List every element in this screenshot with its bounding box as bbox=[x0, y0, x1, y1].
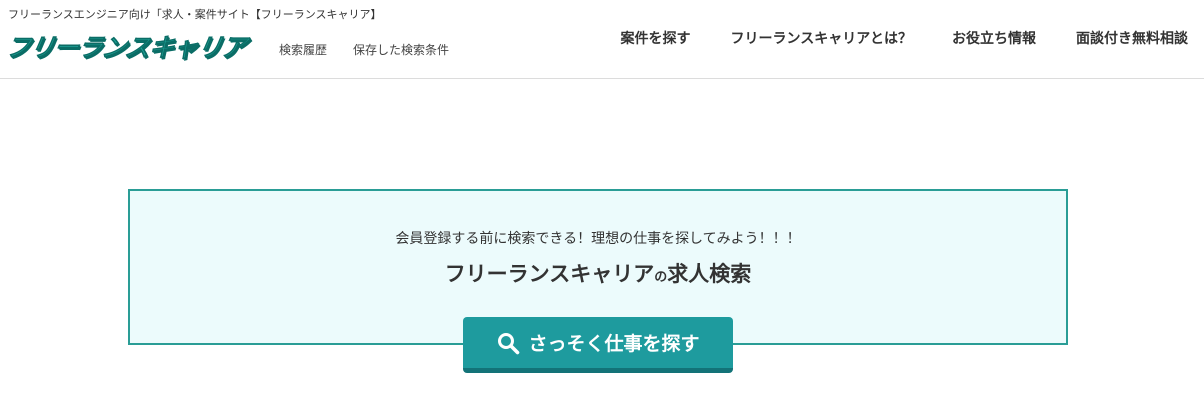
nav-free-consultation[interactable]: 面談付き無料相談 bbox=[1076, 28, 1188, 48]
search-heading-tail: 求人検索 bbox=[667, 262, 752, 286]
nav-useful-info[interactable]: お役立ち情報 bbox=[952, 28, 1036, 48]
search-heading-particle: の bbox=[654, 270, 668, 285]
search-lead-text: 会員登録する前に検索できる！理想の仕事を探してみよう！！！ bbox=[395, 231, 801, 247]
search-heading-brand: フリーランスキャリア bbox=[444, 262, 655, 286]
site-tagline: フリーランスエンジニア向け「求人・案件サイト【フリーランスキャリア】 bbox=[8, 8, 382, 21]
header-sublinks: 検索履歴 保存した検索条件 bbox=[279, 41, 449, 58]
saved-search-conditions-link[interactable]: 保存した検索条件 bbox=[353, 41, 449, 58]
search-icon bbox=[496, 331, 520, 355]
search-history-link[interactable]: 検索履歴 bbox=[279, 41, 327, 58]
find-jobs-button[interactable]: さっそく仕事を探す bbox=[463, 317, 733, 373]
site-logo[interactable]: フリーランスキャリア bbox=[3, 28, 249, 64]
nav-about[interactable]: フリーランスキャリアとは？ bbox=[731, 28, 912, 48]
search-heading: フリーランスキャリアの求人検索 bbox=[130, 258, 1066, 288]
main-nav: 案件を探す フリーランスキャリアとは？ お役立ち情報 面談付き無料相談 bbox=[621, 28, 1188, 48]
nav-find-jobs[interactable]: 案件を探す bbox=[621, 28, 691, 48]
find-jobs-button-label: さっそく仕事を探す bbox=[528, 333, 700, 355]
site-header: フリーランスエンジニア向け「求人・案件サイト【フリーランスキャリア】 フリーラン… bbox=[0, 0, 1204, 79]
